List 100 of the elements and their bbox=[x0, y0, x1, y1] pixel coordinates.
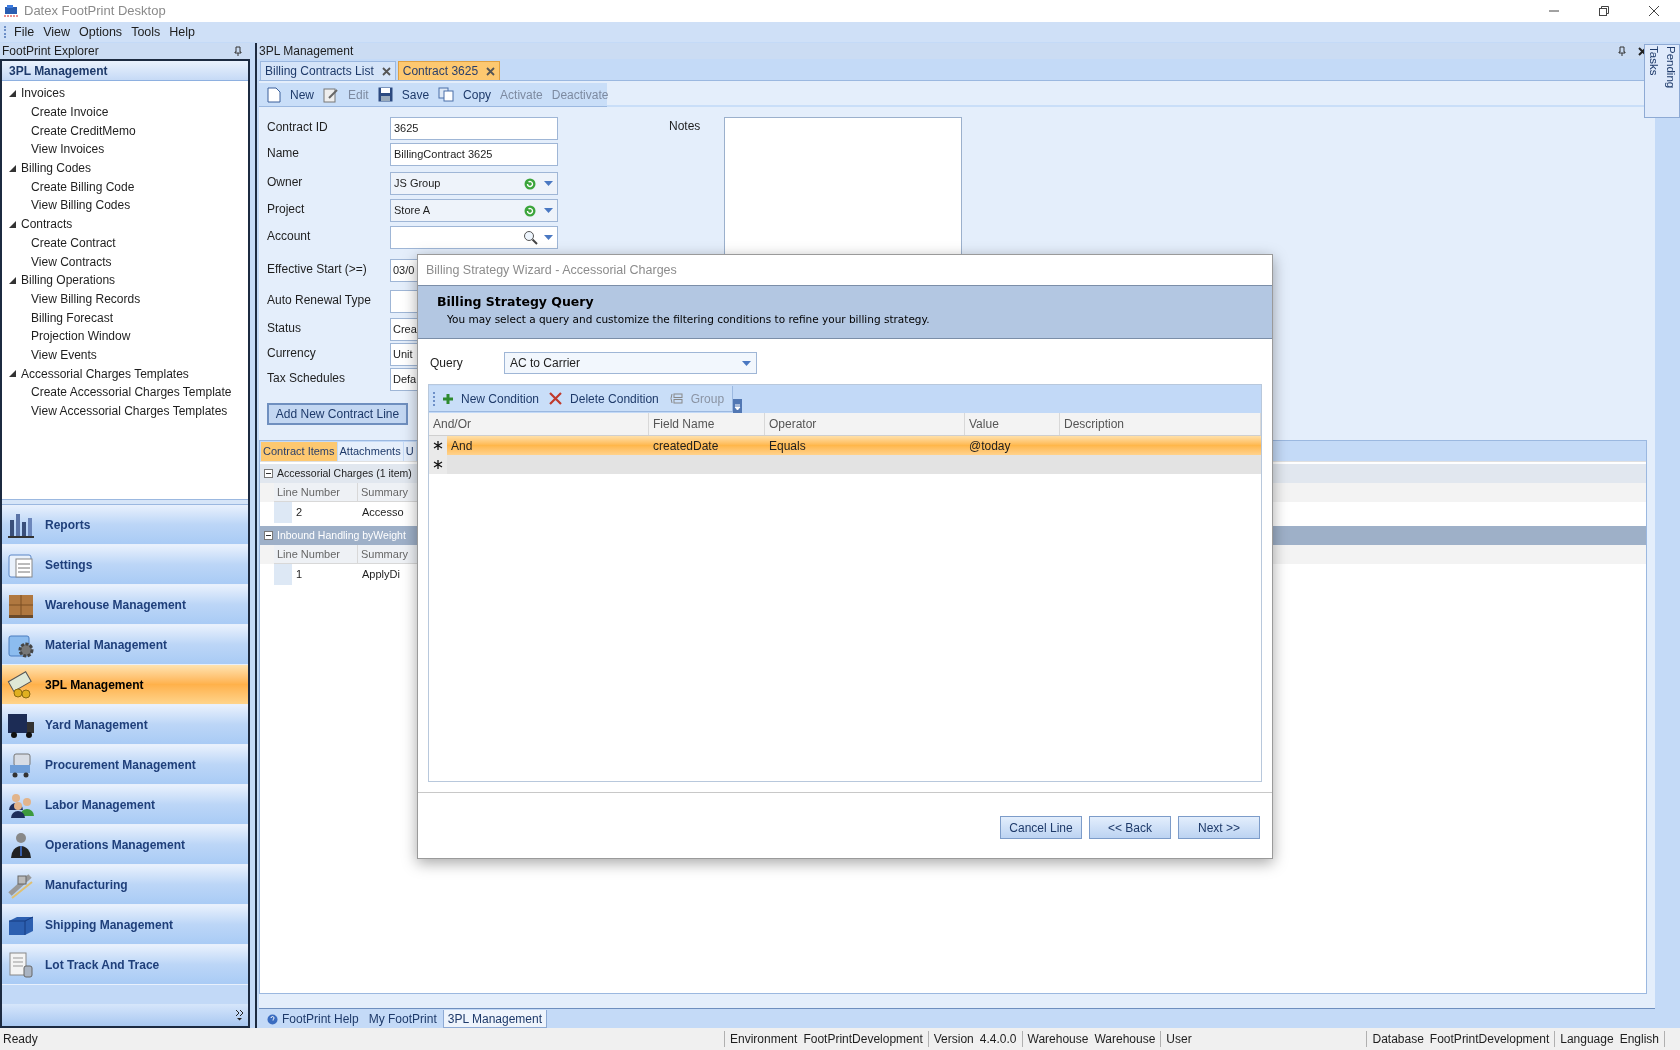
document-icon bbox=[6, 949, 36, 980]
menu-item[interactable]: View bbox=[42, 22, 72, 42]
document-tab[interactable]: Contract 3625 bbox=[397, 61, 501, 80]
pending-tasks-tab[interactable]: Pending Tasks bbox=[1643, 44, 1680, 118]
pin-icon[interactable] bbox=[234, 46, 242, 56]
new-row-icon bbox=[429, 455, 447, 474]
nav-button[interactable]: Material Management bbox=[2, 625, 248, 665]
tree-item[interactable]: Create Invoice bbox=[31, 103, 109, 122]
toolbar-button[interactable]: New Condition bbox=[443, 389, 540, 408]
tree-item[interactable]: Create Billing Code bbox=[31, 177, 135, 196]
restore-icon[interactable] bbox=[1598, 5, 1610, 17]
content-tab[interactable]: Attachments bbox=[337, 442, 403, 461]
dialog-button[interactable]: << Back bbox=[1089, 816, 1171, 839]
column-header[interactable]: Line Number bbox=[274, 545, 358, 564]
tree-item[interactable]: Contracts bbox=[21, 215, 73, 234]
nav-button[interactable]: Reports bbox=[2, 505, 248, 545]
menu-item[interactable]: Help bbox=[168, 22, 197, 42]
close-icon[interactable] bbox=[1638, 46, 1647, 56]
toolbar-button[interactable]: Copy bbox=[438, 85, 492, 104]
collapse-icon[interactable] bbox=[264, 469, 273, 478]
nav-button[interactable]: Shipping Management bbox=[2, 905, 248, 945]
expanded-arrow-icon[interactable] bbox=[9, 164, 16, 172]
column-header[interactable]: And/Or bbox=[429, 413, 649, 435]
dialog-button[interactable]: Next >> bbox=[1178, 816, 1260, 839]
tree-item[interactable]: Create Contract bbox=[31, 233, 116, 252]
nav-button[interactable]: Procurement Management bbox=[2, 745, 248, 785]
input-field[interactable]: Crea bbox=[390, 318, 418, 341]
toolbar-button[interactable]: Save bbox=[377, 85, 430, 104]
menu-item[interactable]: File bbox=[13, 22, 36, 42]
expanded-arrow-icon[interactable] bbox=[9, 370, 16, 378]
refresh-icon[interactable] bbox=[524, 204, 536, 217]
tree-item[interactable]: Invoices bbox=[21, 84, 66, 103]
tree-item[interactable]: Accessorial Charges Templates bbox=[21, 364, 189, 383]
dialog-button[interactable]: Cancel Line bbox=[1000, 816, 1082, 839]
dropdown-arrow-icon[interactable] bbox=[544, 181, 553, 186]
query-dropdown[interactable]: AC to Carrier bbox=[504, 352, 757, 374]
nav-button[interactable]: Settings bbox=[2, 545, 248, 585]
expanded-arrow-icon[interactable] bbox=[9, 220, 16, 228]
dropdown-field[interactable] bbox=[390, 226, 558, 249]
close-icon[interactable] bbox=[381, 66, 391, 76]
column-header[interactable]: Value bbox=[965, 413, 1060, 435]
tree-item[interactable]: Projection Window bbox=[31, 327, 131, 346]
refresh-icon[interactable] bbox=[524, 177, 536, 190]
dropdown-field[interactable]: JS Group bbox=[390, 172, 558, 195]
splitter-grip[interactable] bbox=[2, 499, 248, 505]
tree-item[interactable]: Billing Operations bbox=[21, 271, 116, 290]
column-header[interactable]: Description bbox=[1060, 413, 1261, 435]
column-header[interactable]: Field Name bbox=[649, 413, 765, 435]
nav-button[interactable]: Yard Management bbox=[2, 705, 248, 745]
pin-icon[interactable] bbox=[1618, 46, 1626, 56]
input-field[interactable]: 03/0 bbox=[390, 259, 418, 282]
expanded-arrow-icon[interactable] bbox=[9, 89, 16, 97]
nav-button[interactable]: Lot Track And Trace bbox=[2, 945, 248, 985]
add-contract-line-button[interactable]: Add New Contract Line bbox=[267, 403, 408, 425]
tree-item[interactable]: View Billing Records bbox=[31, 289, 141, 308]
toolbar-button[interactable]: Delete Condition bbox=[549, 389, 659, 408]
dialog-title: Billing Strategy Wizard - Accessorial Charges bbox=[425, 261, 678, 279]
dropdown-arrow-icon[interactable] bbox=[544, 208, 553, 213]
grid-row[interactable]: And createdDate Equals @today bbox=[429, 436, 1261, 455]
panel-title: FootPrint Explorer bbox=[2, 43, 99, 60]
group-brackets-icon bbox=[668, 393, 683, 404]
tree-item[interactable]: View Events bbox=[31, 345, 97, 364]
nav-button[interactable]: Labor Management bbox=[2, 785, 248, 825]
input-field[interactable]: Defa bbox=[390, 368, 418, 391]
tree-item[interactable]: View Accessorial Charges Templates bbox=[31, 402, 228, 421]
tree-item[interactable]: Create Accessorial Charges Template bbox=[31, 383, 232, 402]
overflow-icon[interactable] bbox=[733, 399, 743, 413]
column-header[interactable]: Line Number bbox=[274, 483, 358, 502]
nav-button[interactable]: Manufacturing bbox=[2, 865, 248, 905]
dropdown-field[interactable]: Store A bbox=[390, 199, 558, 222]
nav-button[interactable]: Warehouse Management bbox=[2, 585, 248, 625]
input-field[interactable]: BillingContract 3625 bbox=[390, 143, 558, 166]
tree-item[interactable]: Billing Codes bbox=[21, 159, 92, 178]
input-field[interactable]: 3625 bbox=[390, 117, 558, 140]
input-field[interactable]: Unit bbox=[390, 343, 418, 366]
search-icon[interactable] bbox=[523, 230, 538, 245]
collapse-icon[interactable] bbox=[264, 531, 273, 540]
menu-item[interactable]: Options bbox=[78, 22, 124, 42]
tree-item[interactable]: Create CreditMemo bbox=[31, 121, 136, 140]
content-tab[interactable]: U bbox=[403, 442, 416, 461]
chevron-down-icon[interactable] bbox=[235, 1009, 244, 1021]
menu-item[interactable]: Tools bbox=[130, 22, 162, 42]
content-tab[interactable]: Contract Items bbox=[261, 442, 337, 461]
tree-item[interactable]: View Contracts bbox=[31, 252, 112, 271]
table-cell-text: @today bbox=[969, 437, 1011, 455]
nav-button[interactable]: 3PL Management bbox=[2, 665, 248, 705]
bottom-tab[interactable]: My FootPrint bbox=[364, 1010, 441, 1028]
nav-button[interactable]: Operations Management bbox=[2, 825, 248, 865]
column-header[interactable]: Operator bbox=[765, 413, 965, 435]
bottom-tab[interactable]: FootPrint Help bbox=[263, 1010, 363, 1028]
dropdown-arrow-icon[interactable] bbox=[544, 235, 553, 240]
tree-item[interactable]: View Billing Codes bbox=[31, 196, 131, 215]
tree-item[interactable]: Billing Forecast bbox=[31, 308, 114, 327]
expanded-arrow-icon[interactable] bbox=[9, 276, 16, 284]
toolbar-button[interactable]: New bbox=[267, 85, 314, 104]
tree-item[interactable]: View Invoices bbox=[31, 140, 105, 159]
document-tab[interactable]: Billing Contracts List bbox=[260, 61, 396, 80]
close-icon[interactable] bbox=[1648, 5, 1660, 17]
input-field[interactable] bbox=[390, 290, 418, 313]
bottom-tab[interactable]: 3PL Management bbox=[442, 1010, 547, 1028]
